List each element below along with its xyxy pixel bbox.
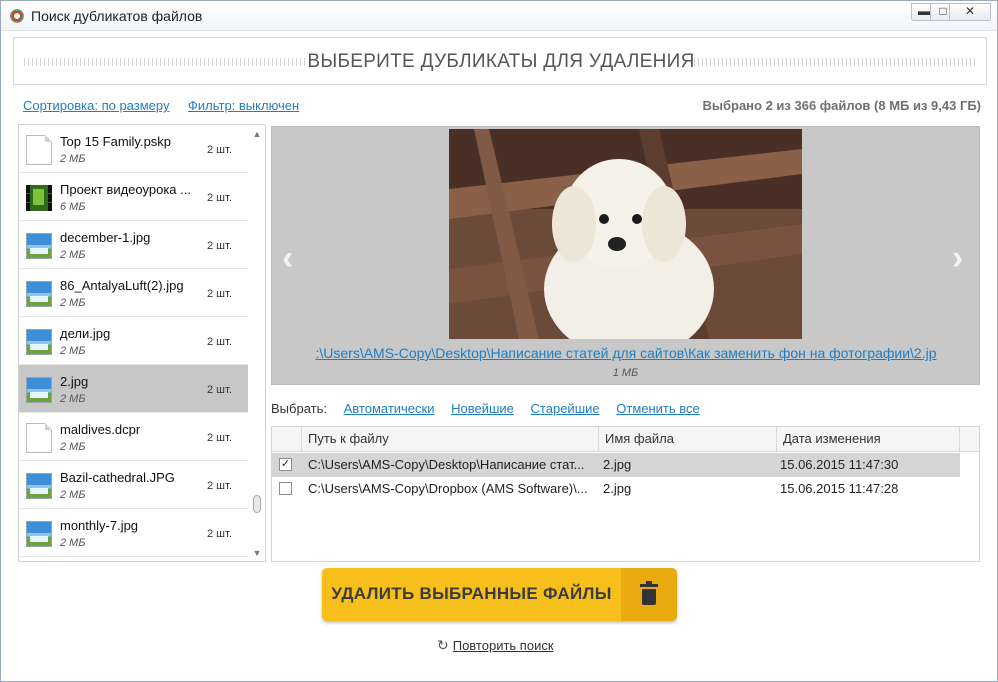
- file-list-item[interactable]: maldives.dcpr 2 МБ 2 шт.: [19, 413, 248, 461]
- file-size: 2 МБ: [60, 153, 86, 165]
- file-name: maldives.dcpr: [60, 422, 141, 437]
- row-checkbox[interactable]: [279, 482, 292, 495]
- document-icon: [26, 423, 52, 453]
- duplicate-count: 2 шт.: [207, 336, 232, 348]
- column-header-date[interactable]: Дата изменения: [777, 427, 960, 452]
- table-row[interactable]: ✓ C:\Users\AMS-Copy\Desktop\Написание ста…: [272, 453, 960, 477]
- next-image-arrow-icon[interactable]: ›: [952, 239, 963, 278]
- close-button[interactable]: ✕: [949, 3, 991, 21]
- file-name-cell: 2.jpg: [603, 457, 632, 472]
- file-list-item[interactable]: дели.jpg 2 МБ 2 шт.: [19, 317, 248, 365]
- file-path-cell: C:\Users\AMS-Copy\Dropbox (AMS Software)…: [308, 481, 588, 496]
- column-header-name[interactable]: Имя файла: [599, 427, 777, 452]
- checkbox-column-header: [272, 427, 302, 452]
- duplicate-count: 2 шт.: [207, 528, 232, 540]
- file-list-item[interactable]: monthly-7.jpg 2 МБ 2 шт.: [19, 509, 248, 557]
- retry-search-label: Повторить поиск: [452, 638, 554, 653]
- puppy-photo: [449, 129, 802, 339]
- row-checkbox[interactable]: ✓: [279, 458, 292, 471]
- duplicate-count: 2 шт.: [207, 288, 232, 300]
- duplicate-count: 2 шт.: [207, 240, 232, 252]
- file-size: 2 МБ: [60, 441, 86, 453]
- image-file-icon: [26, 281, 52, 307]
- scroll-up-arrow-icon[interactable]: ▲: [252, 129, 262, 139]
- file-size: 2 МБ: [60, 489, 86, 501]
- select-auto-link[interactable]: Автоматически: [344, 401, 435, 416]
- selection-summary: Выбрано 2 из 366 файлов (8 МБ из 9,43 ГБ…: [702, 98, 981, 113]
- file-name: 2.jpg: [60, 374, 89, 389]
- duplicate-file-list[interactable]: Top 15 Family.pskp 2 МБ 2 шт. Проект видеоу…: [18, 124, 266, 562]
- duplicate-count: 2 шт.: [207, 480, 232, 492]
- delete-icon-box: [621, 568, 677, 621]
- title-bar[interactable]: Поиск дубликатов файлов ▬ □ ✕: [1, 1, 997, 31]
- duplicates-table: Путь к файлу Имя файла Дата изменения ✓ C…: [271, 426, 980, 562]
- app-window: Поиск дубликатов файлов ▬ □ ✕ ВЫБЕРИТЕ Д…: [0, 0, 998, 682]
- file-list-scrollbar[interactable]: ▲ ▼: [249, 125, 265, 561]
- file-name: monthly-7.jpg: [60, 518, 139, 533]
- preview-image: [449, 129, 802, 339]
- file-list-item[interactable]: Bazil-cathedral.JPG 2 МБ 2 шт.: [19, 461, 248, 509]
- file-list-item[interactable]: Проект видеоурока ... 6 МБ 2 шт.: [19, 173, 248, 221]
- duplicate-count: 2 шт.: [207, 432, 232, 444]
- file-name: Bazil-cathedral.JPG: [60, 470, 175, 485]
- file-name: дели.jpg: [60, 326, 111, 341]
- select-newest-link[interactable]: Новейшие: [451, 401, 514, 416]
- sort-link[interactable]: Сортировка: по размеру: [23, 98, 169, 113]
- window-title: Поиск дубликатов файлов: [31, 8, 203, 24]
- file-name: 86_AntalyaLuft(2).jpg: [60, 278, 184, 293]
- modified-date-cell: 15.06.2015 11:47:30: [780, 457, 899, 472]
- file-list-item[interactable]: 86_AntalyaLuft(2).jpg 2 МБ 2 шт.: [19, 269, 248, 317]
- file-name: Top 15 Family.pskp: [60, 134, 172, 149]
- duplicate-count: 2 шт.: [207, 384, 232, 396]
- table-row[interactable]: C:\Users\AMS-Copy\Dropbox (AMS Software)…: [272, 477, 960, 501]
- app-logo-icon: [10, 9, 24, 23]
- image-preview-panel: ‹ › :\Users\AMS-Copy\Desktop\Написание с…: [271, 126, 980, 385]
- image-file-icon: [26, 329, 52, 355]
- file-size: 2 МБ: [60, 393, 86, 405]
- file-list-item[interactable]: 2.jpg 2 МБ 2 шт.: [19, 365, 248, 413]
- file-size: 2 МБ: [60, 249, 86, 261]
- duplicate-count: 2 шт.: [207, 144, 232, 156]
- retry-search-link[interactable]: ↻ Повторить поиск: [437, 637, 554, 654]
- select-options: Выбрать: Автоматически Новейшие Старейши…: [271, 401, 700, 416]
- preview-file-size: 1 МБ: [612, 367, 639, 379]
- previous-image-arrow-icon[interactable]: ‹: [282, 239, 293, 278]
- image-file-icon: [26, 377, 52, 403]
- filter-link[interactable]: Фильтр: выключен: [188, 98, 299, 113]
- file-size: 2 МБ: [60, 537, 86, 549]
- page-title: ВЫБЕРИТЕ ДУБЛИКАТЫ ДЛЯ УДАЛЕНИЯ: [307, 51, 695, 72]
- scroll-down-arrow-icon[interactable]: ▼: [252, 548, 262, 558]
- trash-icon: [640, 581, 658, 605]
- delete-selected-button[interactable]: УДАЛИТЬ ВЫБРАННЫЕ ФАЙЛЫ: [322, 568, 677, 621]
- file-name: Проект видеоурока ...: [60, 182, 191, 197]
- video-file-icon: [26, 185, 52, 211]
- image-file-icon: [26, 521, 52, 547]
- file-path-cell: C:\Users\AMS-Copy\Desktop\Написание стат…: [308, 457, 585, 472]
- file-name: december-1.jpg: [60, 230, 151, 245]
- image-file-icon: [26, 473, 52, 499]
- table-header: Путь к файлу Имя файла Дата изменения: [272, 427, 979, 452]
- file-size: 6 МБ: [60, 201, 86, 213]
- preview-file-path-link[interactable]: :\Users\AMS-Copy\Desktop\Написание стате…: [274, 345, 978, 361]
- list-toolbar: Сортировка: по размеру Фильтр: выключен …: [23, 98, 981, 116]
- select-label: Выбрать:: [271, 401, 327, 416]
- file-list-item[interactable]: Top 15 Family.pskp 2 МБ 2 шт.: [19, 125, 248, 173]
- file-list-item[interactable]: december-1.jpg 2 МБ 2 шт.: [19, 221, 248, 269]
- refresh-icon: ↻: [437, 637, 449, 653]
- file-size: 2 МБ: [60, 345, 86, 357]
- delete-button-label: УДАЛИТЬ ВЫБРАННЫЕ ФАЙЛЫ: [331, 584, 612, 603]
- duplicate-count: 2 шт.: [207, 192, 232, 204]
- file-size: 2 МБ: [60, 297, 86, 309]
- column-header-path[interactable]: Путь к файлу: [302, 427, 599, 452]
- deselect-all-link[interactable]: Отменить все: [616, 401, 700, 416]
- document-icon: [26, 135, 52, 165]
- modified-date-cell: 15.06.2015 11:47:28: [780, 481, 899, 496]
- select-oldest-link[interactable]: Старейшие: [531, 401, 600, 416]
- file-name-cell: 2.jpg: [603, 481, 632, 496]
- scroll-thumb[interactable]: [253, 495, 261, 513]
- image-file-icon: [26, 233, 52, 259]
- header-banner: ВЫБЕРИТЕ ДУБЛИКАТЫ ДЛЯ УДАЛЕНИЯ: [13, 37, 987, 85]
